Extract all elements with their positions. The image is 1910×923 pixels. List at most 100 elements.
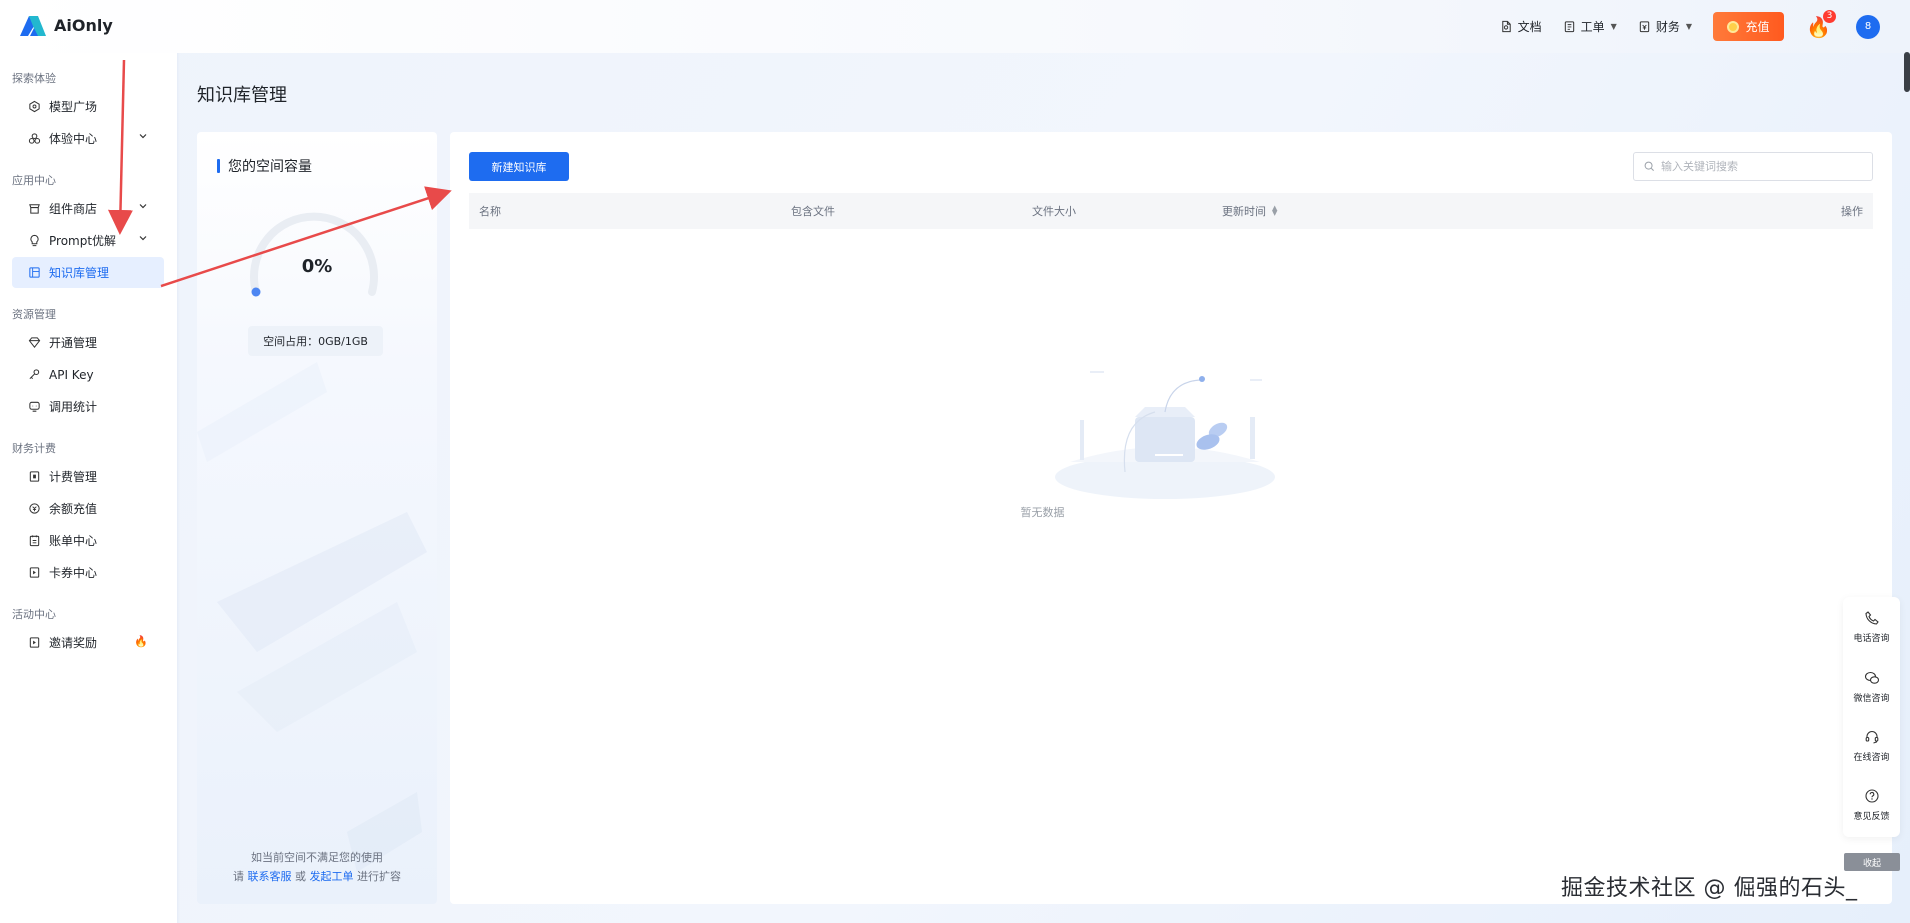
page-scrollbar[interactable] [1904,52,1910,92]
sidebar-group-apps: 应用中心 [12,174,56,187]
chevron-down-icon [139,134,147,139]
balance-icon [29,503,40,514]
sidebar-item-balance[interactable]: 余额充值 [12,493,164,524]
bulb-icon [30,234,39,247]
nav-finance[interactable]: 财务 ▼ [1638,18,1692,35]
wechat-icon [1864,671,1879,684]
table-header: 名称 包含文件 文件大小 更新时间 ▲ ▼ 操作 [469,193,1873,229]
sidebar-divider [177,53,180,923]
phone-icon [1864,611,1879,625]
column-files: 包含文件 [791,205,835,218]
phone-consult-button[interactable]: 电话咨询 [1843,599,1900,655]
sidebar-item-invite-reward[interactable]: 邀请奖励 🔥 [12,627,164,658]
avatar[interactable]: 8 [1856,14,1880,39]
headset-icon [1865,731,1878,744]
note-or: 或 [295,870,306,883]
search-input[interactable] [1661,160,1861,173]
capacity-percent: 0% [301,256,333,277]
gift-icon [29,637,40,648]
hot-fire-icon: 🔥 [134,635,148,648]
sidebar-item-api-key[interactable]: API Key [12,359,164,390]
note-suffix: 进行扩容 [357,870,401,883]
expand-note-line1: 如当前空间不满足您的使用 [251,851,383,864]
sidebar-item-billing[interactable]: 计费管理 [12,461,164,492]
sidebar-item-knowledge-base[interactable]: 知识库管理 [12,257,164,288]
column-updated[interactable]: 更新时间 ▲ ▼ [1222,193,1277,229]
recharge-label: 充值 [1745,20,1770,34]
sidebar-item-label: API Key [49,367,94,382]
sidebar-item-prompt[interactable]: Prompt优解 [12,225,164,256]
key-icon [29,369,40,380]
top-header: AiOnly 文档 工单 ▼ 财务 ▼ 充值 🔥 3 8 [0,0,1910,53]
chevron-down-icon: ▼ [1685,22,1692,31]
notification-badge: 3 [1823,9,1836,23]
feedback-button[interactable]: 意见反馈 [1843,777,1900,833]
sidebar-item-label: 账单中心 [49,534,98,548]
sidebar-item-coupons[interactable]: 卡券中心 [12,557,164,588]
nav-finance-label: 财务 [1655,20,1680,34]
contact-support-link[interactable]: 联系客服 [248,870,292,883]
nav-docs-label: 文档 [1517,20,1542,34]
kb-icon [29,267,40,278]
finance-icon [1639,21,1650,33]
usage-label: 空间占用： [263,335,319,348]
activity-fire-button[interactable]: 🔥 3 [1806,9,1836,40]
sidebar-item-store[interactable]: 组件商店 [12,193,164,224]
sidebar-item-label: 模型广场 [49,100,98,114]
submit-ticket-link[interactable]: 发起工单 [310,870,354,883]
sidebar-item-label: 计费管理 [49,470,98,484]
capacity-title: 您的空间容量 [217,156,312,176]
coin-icon [1727,20,1740,33]
knowledge-base-panel: 新建知识库 名称 包含文件 文件大小 更新时间 ▲▼ 操作 暂无数据 [450,132,1892,904]
expand-note-line2: 请 联系客服 或 发起工单 进行扩容 [197,868,437,884]
new-knowledge-base-button[interactable]: 新建知识库 [469,152,569,181]
service-label: 微信咨询 [1853,694,1890,704]
capacity-title-text: 您的空间容量 [228,159,312,175]
sidebar-item-label: 调用统计 [49,400,98,414]
service-panel: 电话咨询 微信咨询 在线咨询 意见反馈 [1843,597,1900,837]
nav-ticket[interactable]: 工单 ▼ [1563,18,1617,35]
sidebar-item-experience[interactable]: 体验中心 [12,123,164,154]
sidebar-item-label: 开通管理 [49,336,98,350]
nav-docs[interactable]: 文档 [1500,18,1542,35]
capacity-usage: 空间占用： 0GB/1GB [248,326,383,356]
service-label: 意见反馈 [1853,812,1890,822]
stats-icon [29,401,40,412]
billing-icon [29,471,40,482]
column-name: 名称 [479,205,501,218]
sidebar-item-label: 组件商店 [49,202,98,216]
sidebar-item-label: 邀请奖励 [49,636,98,650]
logo-icon [20,16,46,36]
sidebar-item-usage-stats[interactable]: 调用统计 [12,391,164,422]
sidebar-item-activation[interactable]: 开通管理 [12,327,164,358]
chevron-down-icon: ▼ [1610,22,1617,31]
note-prefix: 请 [233,870,244,883]
sidebar-item-label: Prompt优解 [49,234,117,248]
sidebar-group-finance: 财务计费 [12,442,56,455]
sidebar-group-activity: 活动中心 [12,608,56,621]
bill-icon [29,535,40,547]
sidebar-item-bill-center[interactable]: 账单中心 [12,525,164,556]
service-label: 电话咨询 [1853,634,1890,644]
search-box[interactable] [1633,152,1873,181]
recharge-button[interactable]: 充值 [1713,12,1784,41]
column-actions: 操作 [1841,205,1863,218]
watermark: 掘金技术社区 @ 倔强的石头_ [1561,876,1858,901]
collapse-button[interactable]: 收起 [1844,853,1900,871]
service-label: 在线咨询 [1853,753,1890,763]
chevron-down-icon [139,204,147,209]
column-size: 文件大小 [1032,205,1076,218]
logo[interactable]: AiOnly [18,12,113,38]
wechat-consult-button[interactable]: 微信咨询 [1843,659,1900,715]
question-icon [1864,789,1879,803]
store-icon [29,204,40,214]
sidebar-item-model-square[interactable]: 模型广场 [12,91,164,122]
online-consult-button[interactable]: 在线咨询 [1843,718,1900,774]
empty-state-illustration [1055,371,1275,499]
page-title: 知识库管理 [197,85,287,106]
sort-icon[interactable]: ▲ ▼ [1272,205,1277,217]
title-accent-bar [217,159,220,173]
sidebar: 探索体验 模型广场 体验中心 应用中心 组件商店 Prompt优解 知识库管理 … [0,53,177,923]
logo-text: AiOnly [54,15,113,35]
ticket-icon [1564,21,1574,33]
